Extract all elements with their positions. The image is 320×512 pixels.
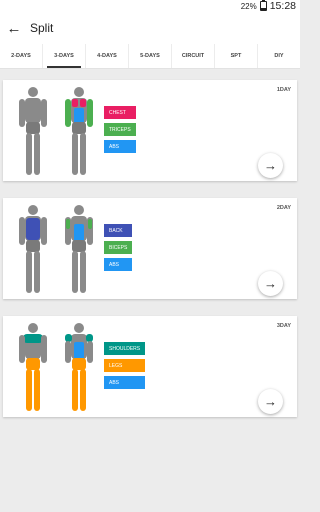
open-day-button[interactable]: →	[258, 271, 283, 296]
back-button[interactable]: ←	[0, 12, 28, 44]
muscle-tags: SHOULDERS LEGS ABS	[104, 342, 146, 389]
body-front-figure	[65, 87, 93, 175]
body-front-figure	[65, 205, 93, 293]
tab-2-days[interactable]: 2-DAYS	[0, 44, 43, 68]
muscle-tag: SHOULDERS	[104, 342, 146, 355]
body-back-figure	[19, 87, 47, 175]
tab-diy[interactable]: DIY	[258, 44, 300, 68]
muscle-diagram-1	[19, 87, 93, 175]
muscle-tags: CHEST TRICEPS ABS	[104, 106, 136, 153]
tab-4-days[interactable]: 4-DAYS	[86, 44, 129, 68]
day-label: 2DAY	[276, 205, 291, 211]
status-time: 15:28	[269, 0, 296, 12]
battery-percent: 22%	[240, 1, 257, 11]
day-card-3[interactable]: 3DAY SHOULDERS LEGS ABS →	[3, 316, 297, 417]
muscle-diagram-3	[19, 323, 93, 411]
arrow-right-icon: →	[264, 158, 277, 173]
tab-label: SPT	[230, 53, 242, 59]
muscle-tag: ABS	[104, 376, 146, 389]
muscle-tags: BACK BICEPS ABS	[104, 224, 133, 271]
muscle-tag: ABS	[104, 258, 133, 271]
tab-label: 3-DAYS	[54, 53, 74, 59]
day-card-2[interactable]: 2DAY BACK BICEPS ABS →	[3, 198, 297, 299]
status-bar: 22% 15:28	[0, 0, 300, 12]
arrow-right-icon: →	[264, 276, 277, 291]
arrow-left-icon: ←	[6, 19, 22, 37]
split-tabs: 2-DAYS 3-DAYS 4-DAYS 5-DAYS CIRCUIT SPT …	[0, 44, 300, 69]
body-back-figure	[19, 323, 47, 411]
muscle-tag: ABS	[104, 140, 136, 153]
day-label: 1DAY	[276, 87, 291, 93]
tab-label: 2-DAYS	[11, 53, 31, 59]
open-day-button[interactable]: →	[258, 389, 283, 414]
battery-icon	[259, 0, 267, 11]
tab-5-days[interactable]: 5-DAYS	[129, 44, 172, 68]
muscle-tag: LEGS	[104, 359, 146, 372]
muscle-tag: BICEPS	[104, 241, 133, 254]
muscle-tag: TRICEPS	[104, 123, 136, 136]
muscle-tag: BACK	[104, 224, 133, 237]
muscle-tag: CHEST	[104, 106, 136, 119]
day-label: 3DAY	[276, 323, 291, 329]
body-front-figure	[65, 323, 93, 411]
day-card-1[interactable]: 1DAY CHEST TRICEPS ABS →	[3, 80, 297, 181]
tab-3-days[interactable]: 3-DAYS	[43, 44, 86, 68]
page-title: Split	[30, 21, 54, 35]
arrow-right-icon: →	[264, 394, 277, 409]
muscle-diagram-2	[19, 205, 93, 293]
tab-circuit[interactable]: CIRCUIT	[172, 44, 215, 68]
open-day-button[interactable]: →	[258, 153, 283, 178]
tab-label: 5-DAYS	[140, 53, 160, 59]
tab-label: DIY	[274, 53, 284, 59]
tab-label: 4-DAYS	[97, 53, 117, 59]
app-bar: ← Split	[0, 12, 300, 44]
body-back-figure	[19, 205, 47, 293]
tab-spt[interactable]: SPT	[215, 44, 258, 68]
tab-label: CIRCUIT	[181, 53, 205, 59]
